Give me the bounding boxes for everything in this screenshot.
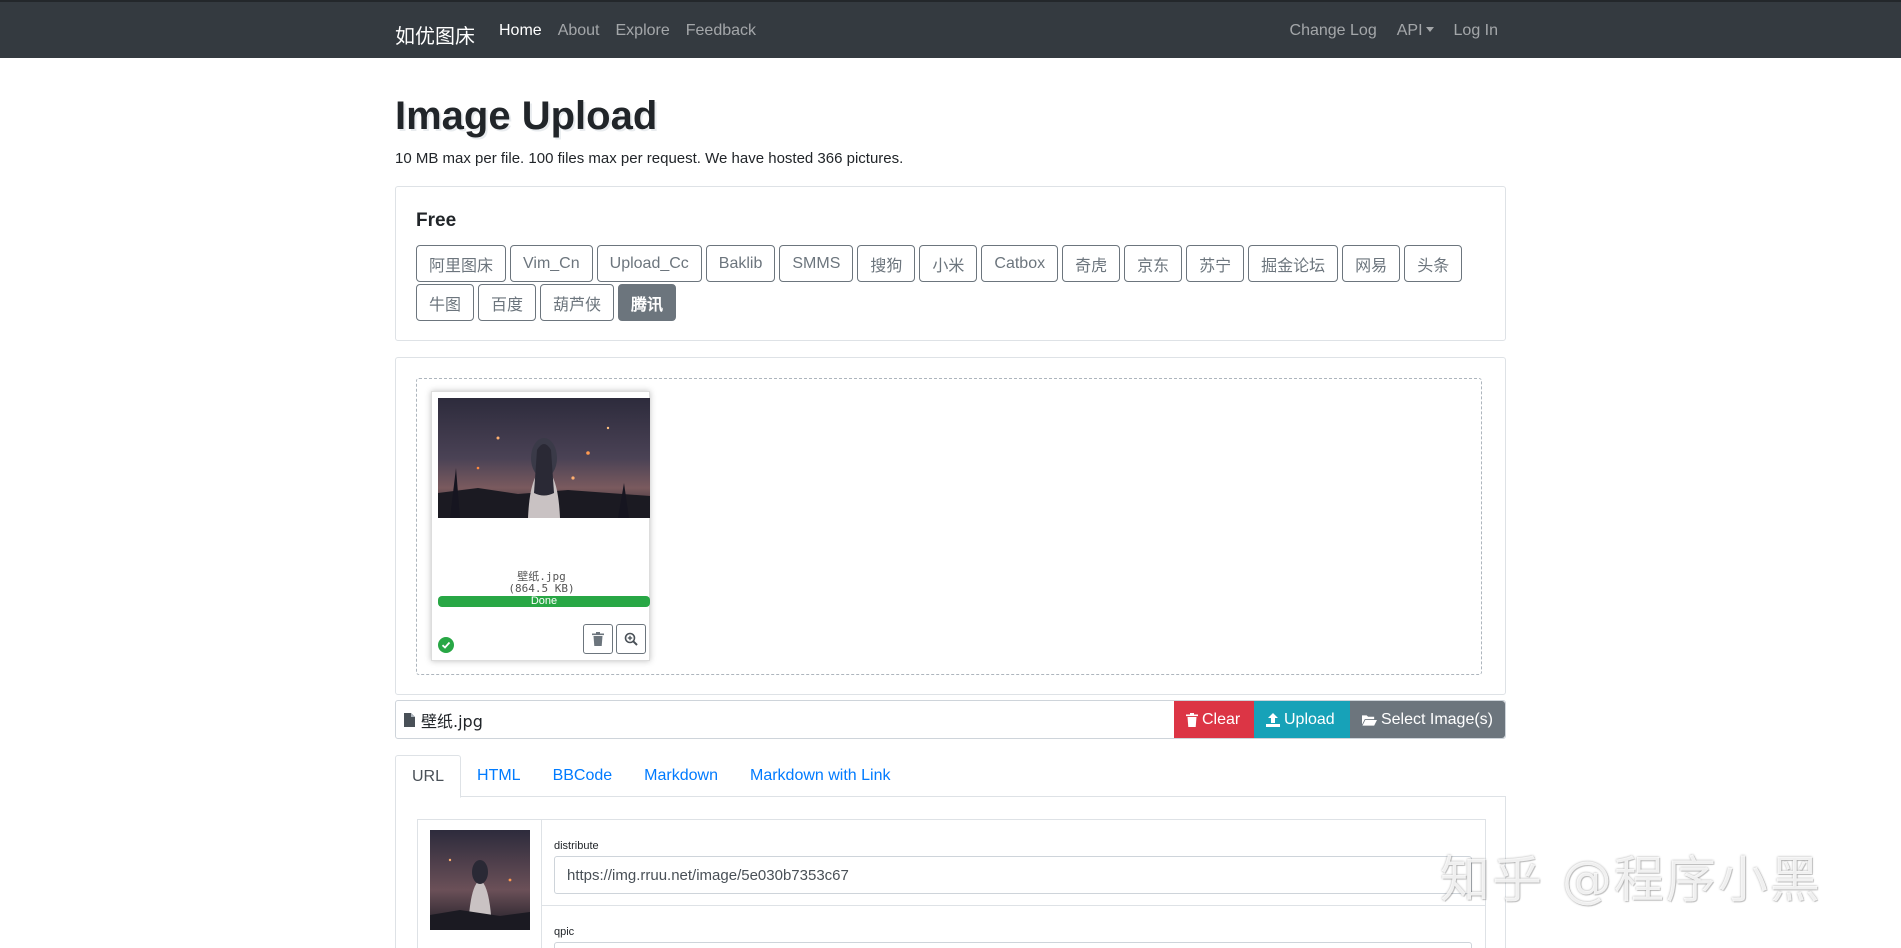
nav-home[interactable]: Home <box>499 22 542 40</box>
host-button-sogou[interactable]: 搜狗 <box>857 245 916 282</box>
upload-progress-bar: Done <box>438 596 650 607</box>
clear-button[interactable]: Clear <box>1174 701 1254 738</box>
host-button-tencent[interactable]: 腾讯 <box>618 284 677 321</box>
result-thumb-cell <box>418 820 542 948</box>
nav-left: Home About Explore Feedback <box>499 22 772 40</box>
trash-icon <box>1186 712 1198 727</box>
file-size-label: (864.5 KB) <box>508 582 575 595</box>
file-caption-text: 壁纸.jpg <box>421 711 483 731</box>
host-button-netease[interactable]: 网易 <box>1342 245 1401 282</box>
nav-explore[interactable]: Explore <box>616 22 670 40</box>
zoom-file-button[interactable] <box>616 624 646 654</box>
zoom-in-icon <box>624 632 638 646</box>
clear-button-label: Clear <box>1202 710 1241 728</box>
file-preview-card: 壁纸.jpg (864.5 KB) Done <box>431 391 650 661</box>
nav-about[interactable]: About <box>558 22 600 40</box>
page-subtitle: 10 MB max per file. 100 files max per re… <box>395 150 904 167</box>
host-button-catbox[interactable]: Catbox <box>981 245 1059 282</box>
drop-zone[interactable]: 壁纸.jpg (864.5 KB) Done <box>416 378 1482 675</box>
row-label: distribute <box>554 840 599 852</box>
trash-icon <box>592 632 604 646</box>
nav-changelog[interactable]: Change Log <box>1290 22 1377 40</box>
caret-down-icon <box>1425 27 1434 32</box>
host-button-smms[interactable]: SMMS <box>779 245 854 282</box>
upload-icon <box>1266 712 1280 727</box>
free-hosts-title: Free <box>416 210 457 231</box>
tab-markdown-with-link[interactable]: Markdown with Link <box>734 755 907 797</box>
file-caption[interactable]: 壁纸.jpg <box>396 701 1174 738</box>
host-button-qihoo[interactable]: 奇虎 <box>1062 245 1121 282</box>
tab-html[interactable]: HTML <box>461 755 537 797</box>
file-icon <box>404 712 415 727</box>
result-url-field[interactable]: https://img.rruu.net/image/5e030b7353c67 <box>554 856 1472 894</box>
tab-url[interactable]: URL <box>395 755 462 798</box>
nav-api-label: API <box>1396 22 1423 39</box>
result-table: distribute https://img.rruu.net/image/5e… <box>417 819 1486 948</box>
host-button-niutu[interactable]: 牛图 <box>416 284 475 321</box>
host-button-aliyun[interactable]: 阿里图床 <box>416 245 507 282</box>
host-button-upload-cc[interactable]: Upload_Cc <box>596 245 702 282</box>
check-circle-icon <box>438 637 454 653</box>
tab-bbcode[interactable]: BBCode <box>537 755 629 797</box>
host-button-suning[interactable]: 苏宁 <box>1186 245 1245 282</box>
row-label: qpic <box>554 926 575 938</box>
nav-login[interactable]: Log In <box>1454 22 1498 40</box>
host-button-baidu[interactable]: 百度 <box>478 284 537 321</box>
result-url-field[interactable] <box>554 942 1472 948</box>
select-images-label: Select Image(s) <box>1380 710 1493 728</box>
nav-feedback[interactable]: Feedback <box>686 22 756 40</box>
remove-file-button[interactable] <box>583 624 613 654</box>
nav-api-dropdown[interactable]: API <box>1397 22 1434 40</box>
upload-button[interactable]: Upload <box>1254 701 1350 738</box>
result-row: distribute https://img.rruu.net/image/5e… <box>542 820 1486 906</box>
result-thumbnail[interactable] <box>430 830 530 930</box>
host-button-huluxia[interactable]: 葫芦侠 <box>540 284 615 321</box>
watermark-text: 知乎 @程序小黑 <box>1440 851 1822 909</box>
host-button-juejin[interactable]: 掘金论坛 <box>1248 245 1339 282</box>
host-button-vim-cn[interactable]: Vim_Cn <box>510 245 593 282</box>
select-images-button[interactable]: Select Image(s) <box>1350 701 1505 738</box>
result-panel: distribute https://img.rruu.net/image/5e… <box>395 797 1506 948</box>
host-button-toutiao[interactable]: 头条 <box>1404 245 1463 282</box>
brand-logo[interactable]: 如优图床 <box>395 20 475 49</box>
nav-right: Change Log API Log In <box>1270 22 1498 40</box>
file-input-group: 壁纸.jpg Clear Upload Select Image(s) <box>395 700 1506 739</box>
navbar: 如优图床 Home About Explore Feedback Change … <box>0 0 1901 58</box>
result-row: qpic <box>542 906 1486 948</box>
host-button-xiaomi[interactable]: 小米 <box>919 245 978 282</box>
image-thumbnail[interactable] <box>438 398 650 518</box>
host-button-baklib[interactable]: Baklib <box>705 245 776 282</box>
folder-open-icon <box>1362 714 1377 726</box>
host-button-group: 阿里图床 Vim_Cn Upload_Cc Baklib SMMS 搜狗 小米 … <box>416 245 1496 321</box>
upload-button-label: Upload <box>1284 710 1335 728</box>
upload-card: 壁纸.jpg (864.5 KB) Done <box>395 357 1506 695</box>
result-tabs: URL HTML BBCode Markdown Markdown with L… <box>395 755 1506 798</box>
tab-markdown[interactable]: Markdown <box>628 755 734 797</box>
free-hosts-card: Free 阿里图床 Vim_Cn Upload_Cc Baklib SMMS 搜… <box>395 186 1506 341</box>
page-title: Image Upload <box>395 94 658 138</box>
host-button-jd[interactable]: 京东 <box>1124 245 1183 282</box>
